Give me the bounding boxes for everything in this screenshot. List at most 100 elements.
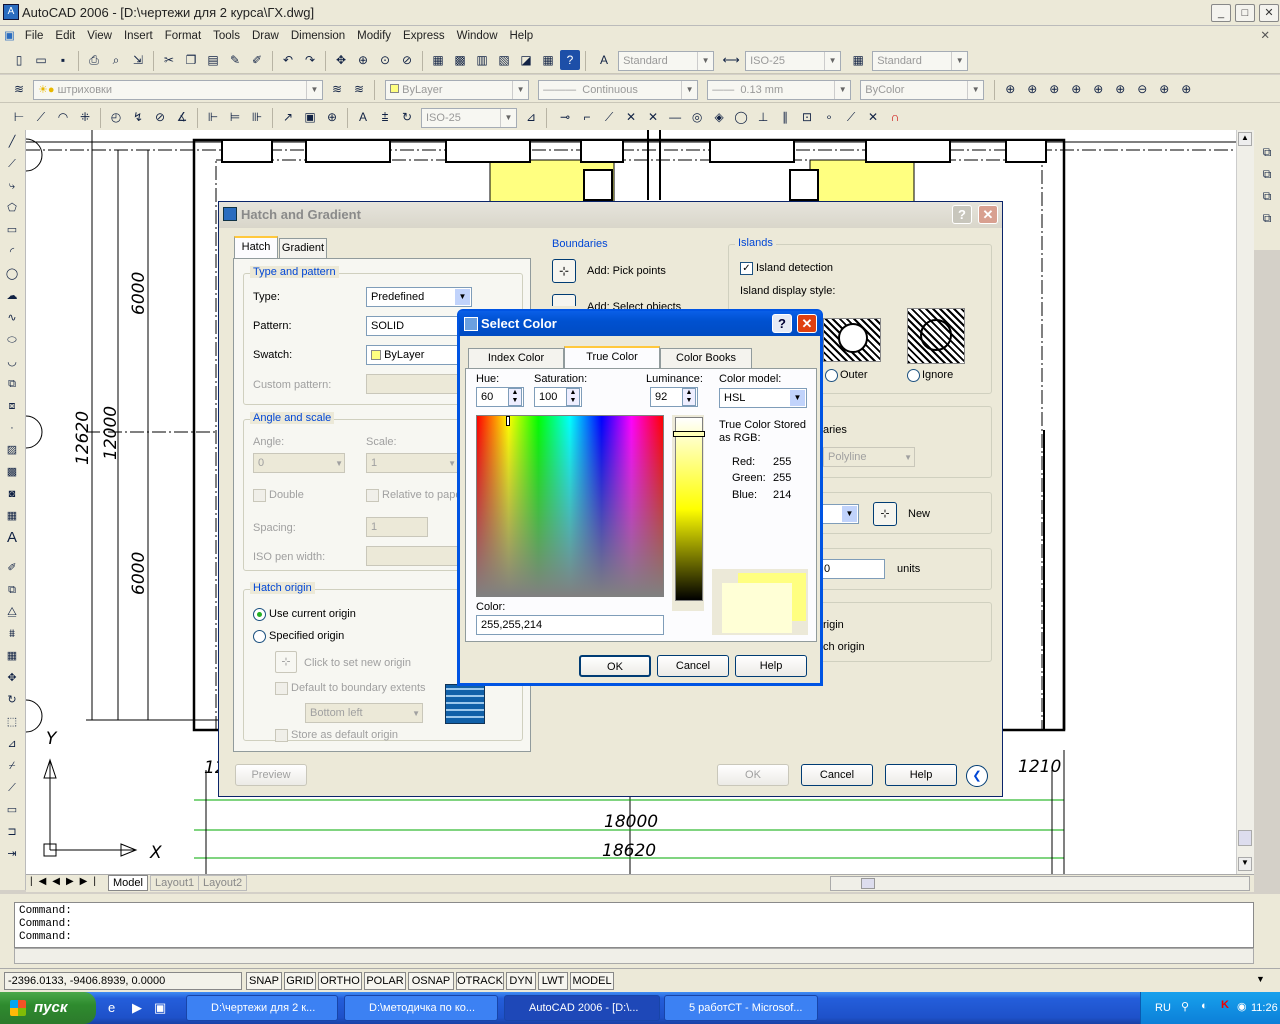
textstyle-icon[interactable]: A bbox=[594, 50, 614, 70]
osnap-tangent-icon[interactable]: ◯ bbox=[731, 107, 751, 127]
antivirus-icon[interactable]: K bbox=[1221, 999, 1229, 1011]
spline-icon[interactable]: ∿ bbox=[2, 308, 22, 328]
hatch-icon[interactable]: ▨ bbox=[2, 440, 22, 460]
scale-icon[interactable]: ⬚ bbox=[2, 712, 22, 732]
layer-manager-icon[interactable]: ≋ bbox=[9, 79, 29, 99]
table-icon[interactable]: ▦ bbox=[2, 506, 22, 526]
media-player-icon[interactable]: ▶ bbox=[132, 1000, 142, 1016]
copy-icon[interactable]: ❐ bbox=[181, 50, 201, 70]
zoom-center-icon[interactable]: ⊕ bbox=[1066, 79, 1086, 99]
ellipse-icon[interactable]: ⬭ bbox=[2, 330, 22, 350]
menu-window[interactable]: Window bbox=[451, 28, 504, 44]
mtext-icon[interactable]: A bbox=[2, 528, 22, 548]
dim-ordinate-icon[interactable]: ⁜ bbox=[75, 107, 95, 127]
stretch-icon[interactable]: ⊿ bbox=[2, 734, 22, 754]
polyline-icon[interactable]: ⤷ bbox=[2, 176, 22, 196]
more-options-icon[interactable]: ❮ bbox=[966, 765, 988, 787]
grid-toggle[interactable]: GRID bbox=[284, 972, 316, 990]
gradient-icon[interactable]: ▩ bbox=[2, 462, 22, 482]
close-button[interactable]: ✕ bbox=[1259, 4, 1279, 22]
rectangle-icon[interactable]: ▭ bbox=[2, 220, 22, 240]
redo-icon[interactable]: ↷ bbox=[300, 50, 320, 70]
osnap-perp-icon[interactable]: ⊥ bbox=[753, 107, 773, 127]
dim-aligned-icon[interactable]: ⟋ bbox=[31, 107, 51, 127]
outer-style-icon[interactable] bbox=[823, 318, 881, 362]
osnap-nearest-icon[interactable]: ⟋ bbox=[841, 107, 861, 127]
menu-edit[interactable]: Edit bbox=[49, 28, 81, 44]
layer-previous-icon[interactable]: ≋ bbox=[349, 79, 369, 99]
snap-toggle[interactable]: SNAP bbox=[246, 972, 282, 990]
color-help-button[interactable]: Help bbox=[735, 655, 807, 677]
region-icon[interactable]: ◙ bbox=[2, 484, 22, 504]
color-model-select[interactable]: HSL ▼ bbox=[719, 388, 807, 408]
xline-icon[interactable]: ⟋ bbox=[2, 154, 22, 174]
dim-edit-icon[interactable]: A bbox=[353, 107, 373, 127]
osnap-extension-icon[interactable]: — bbox=[665, 107, 685, 127]
osnap-node-icon[interactable]: ∘ bbox=[819, 107, 839, 127]
osnap-tempoint-icon[interactable]: ⌐ bbox=[577, 107, 597, 127]
move-icon[interactable]: ✥ bbox=[2, 668, 22, 688]
osnap-parallel-icon[interactable]: ∥ bbox=[775, 107, 795, 127]
zoom-dynamic-icon[interactable]: ⊕ bbox=[1022, 79, 1042, 99]
sheetset-icon[interactable]: ▧ bbox=[494, 50, 514, 70]
menu-format[interactable]: Format bbox=[159, 28, 207, 44]
array-icon[interactable]: ▦ bbox=[2, 646, 22, 666]
doc-close-icon[interactable]: ✕ bbox=[1254, 26, 1276, 44]
scroll-down-arrow-icon[interactable]: ▼ bbox=[1238, 857, 1252, 871]
menu-insert[interactable]: Insert bbox=[118, 28, 159, 44]
extend-icon[interactable]: ⟋ bbox=[2, 778, 22, 798]
tab-model[interactable]: Model bbox=[108, 875, 148, 891]
dimstyle-icon[interactable]: ⟷ bbox=[721, 50, 741, 70]
zoom-extents-icon[interactable]: ⊕ bbox=[1176, 79, 1196, 99]
ortho-toggle[interactable]: ORTHO bbox=[318, 972, 362, 990]
circle-icon[interactable]: ◯ bbox=[2, 264, 22, 284]
menu-file[interactable]: File bbox=[19, 28, 50, 44]
dim-linear-icon[interactable]: ⊢ bbox=[9, 107, 29, 127]
specified-origin-radio[interactable] bbox=[253, 630, 266, 643]
polygon-icon[interactable]: ⬠ bbox=[2, 198, 22, 218]
document-icon[interactable]: ▣ bbox=[0, 26, 19, 44]
hatch-help-icon[interactable]: ? bbox=[952, 205, 972, 224]
layer-combo[interactable]: ☀● штриховки ▼ bbox=[33, 80, 323, 101]
use-current-origin-radio[interactable] bbox=[253, 608, 266, 621]
layer-off-icon[interactable]: ⧉ bbox=[1257, 186, 1277, 206]
gap-tolerance-field[interactable]: 0 bbox=[819, 559, 885, 579]
pattern-select[interactable]: SOLID bbox=[366, 316, 458, 336]
ignore-style-icon[interactable] bbox=[907, 308, 965, 364]
erase-icon[interactable]: ✐ bbox=[2, 558, 22, 578]
osnap-none-icon[interactable]: ✕ bbox=[863, 107, 883, 127]
matchprop-icon[interactable]: ✎ bbox=[225, 50, 245, 70]
insert-block-icon[interactable]: ⧉ bbox=[2, 374, 22, 394]
horizontal-scrollbar[interactable] bbox=[830, 876, 1250, 891]
offset-icon[interactable]: ⩩ bbox=[2, 624, 22, 644]
toolpalettes-icon[interactable]: ▥ bbox=[472, 50, 492, 70]
dim-baseline-icon[interactable]: ⊨ bbox=[225, 107, 245, 127]
hue-saturation-field[interactable] bbox=[476, 415, 664, 597]
menu-help[interactable]: Help bbox=[504, 28, 540, 44]
trim-icon[interactable]: ⌿ bbox=[2, 756, 22, 776]
dim-angular-icon[interactable]: ∡ bbox=[172, 107, 192, 127]
tab-layout1[interactable]: Layout1 bbox=[150, 875, 200, 891]
qdim-icon[interactable]: ⊩ bbox=[203, 107, 223, 127]
model-toggle[interactable]: MODEL bbox=[570, 972, 614, 990]
plot-icon[interactable]: ⎙ bbox=[84, 50, 104, 70]
scroll-thumb[interactable] bbox=[1238, 830, 1252, 846]
help-icon[interactable]: ? bbox=[560, 50, 580, 70]
dim-style-combo[interactable]: ISO-25 ▼ bbox=[745, 51, 842, 72]
markup-icon[interactable]: ◪ bbox=[516, 50, 536, 70]
mirror-icon[interactable]: ⧋ bbox=[2, 602, 22, 622]
osnap-settings-icon[interactable]: ∩ bbox=[885, 107, 905, 127]
ie-icon[interactable]: e bbox=[108, 1000, 115, 1015]
zoom-scale-icon[interactable]: ⊕ bbox=[1044, 79, 1064, 99]
dim-radius-icon[interactable]: ◴ bbox=[106, 107, 126, 127]
point-icon[interactable]: · bbox=[2, 418, 22, 438]
tab-hatch[interactable]: Hatch bbox=[234, 236, 278, 258]
type-dropdown-icon[interactable]: ▼ bbox=[455, 289, 470, 305]
osnap-intersect-icon[interactable]: ✕ bbox=[621, 107, 641, 127]
luminance-spinner-icon[interactable]: ▲ ▼ bbox=[682, 388, 696, 406]
scroll-up-arrow-icon[interactable]: ▲ bbox=[1238, 132, 1252, 146]
swatch-field[interactable]: ByLayer bbox=[366, 345, 458, 365]
dim-diameter-icon[interactable]: ⊘ bbox=[150, 107, 170, 127]
paste-icon[interactable]: ▤ bbox=[203, 50, 223, 70]
dyn-toggle[interactable]: DYN bbox=[506, 972, 536, 990]
